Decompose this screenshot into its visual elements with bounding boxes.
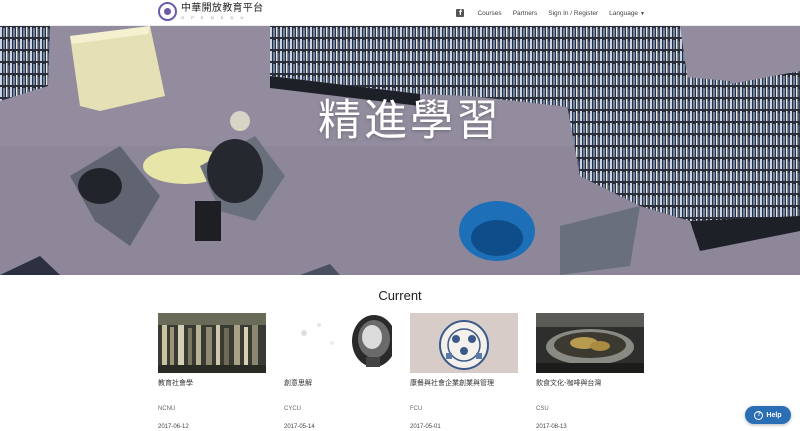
course-name[interactable]: 教育社會學 [158, 378, 266, 388]
course-card[interactable]: 飲食文化-咖啡與台灣 CSU 2017-08-13 [536, 313, 644, 430]
nav-courses[interactable]: Courses [477, 10, 501, 17]
course-thumbnail[interactable] [158, 313, 266, 373]
nav-signin[interactable]: Sign In / Register [548, 10, 598, 17]
nav-language-label: Language [609, 9, 639, 17]
course-card[interactable]: 教育社會學 NCNU 2017-06-12 [158, 313, 266, 430]
course-name[interactable]: 創意思解 [284, 378, 392, 388]
help-label: Help [766, 411, 782, 419]
course-thumbnail[interactable] [410, 313, 518, 373]
help-button[interactable]: ? Help [745, 406, 791, 424]
site-logo[interactable]: 中華開放教育平台 O P E N E D U [158, 2, 263, 21]
course-org: CSU [536, 406, 549, 412]
logo-mark-icon [158, 2, 177, 21]
course-card[interactable]: 康餐與社會企業創業與管理 FCU 2017-05-01 [410, 313, 518, 430]
course-thumbnail[interactable] [536, 313, 644, 373]
course-card[interactable]: 創意思解 CYCU 2017-05-14 [284, 313, 392, 430]
logo-title: 中華開放教育平台 [181, 2, 264, 14]
facebook-icon[interactable]: f [456, 9, 465, 17]
section-title-current: Current [378, 288, 422, 303]
course-card-list: 教育社會學 NCNU 2017-06-12 創意思解 CYCU 2017-05-… [158, 313, 662, 430]
course-org: FCU [410, 406, 423, 412]
main-nav: f Courses Partners Sign In / Register La… [456, 0, 645, 26]
course-org: CYCU [284, 406, 302, 412]
hero-library-image [0, 26, 800, 275]
nav-language[interactable]: Language ▼ [609, 10, 645, 17]
top-navbar: 中華開放教育平台 O P E N E D U f Courses Partner… [0, 0, 800, 26]
course-date: 2017-05-14 [284, 424, 315, 430]
hero-banner: 精進學習 [0, 26, 800, 275]
course-date: 2017-05-01 [410, 424, 441, 430]
chevron-down-icon: ▼ [640, 10, 645, 17]
hero-title: 精進學習 [318, 96, 502, 146]
course-thumbnail[interactable] [284, 313, 392, 373]
question-icon: ? [754, 410, 764, 420]
nav-partners[interactable]: Partners [513, 10, 538, 17]
course-name[interactable]: 康餐與社會企業創業與管理 [410, 378, 518, 388]
course-date: 2017-08-13 [536, 424, 567, 430]
logo-subtitle: O P E N E D U [181, 14, 247, 20]
logo-text: 中華開放教育平台 O P E N E D U [181, 2, 264, 20]
course-name[interactable]: 飲食文化-咖啡與台灣 [536, 378, 644, 388]
course-org: NCNU [158, 406, 176, 412]
course-date: 2017-06-12 [158, 424, 189, 430]
